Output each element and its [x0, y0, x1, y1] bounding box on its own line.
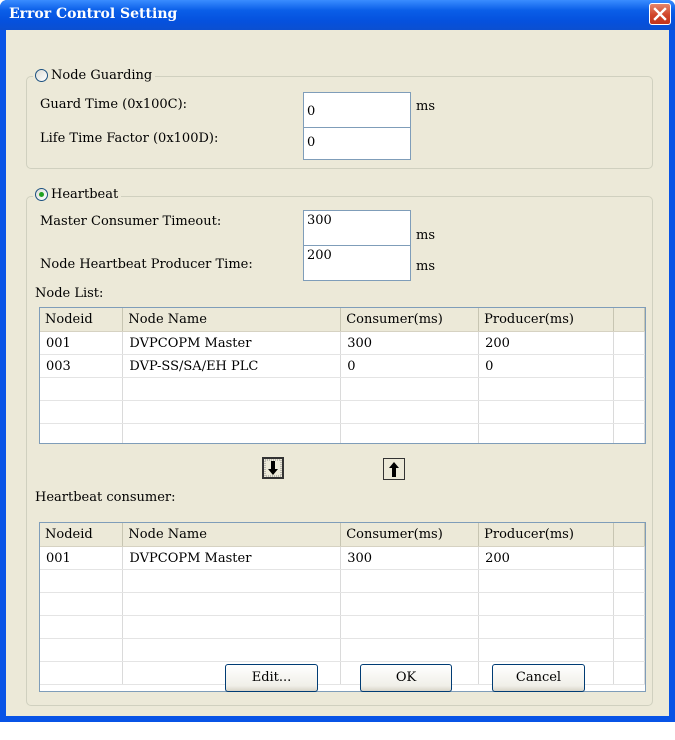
cancel-button[interactable]: Cancel — [492, 664, 585, 692]
window-title: Error Control Setting — [9, 6, 178, 22]
column-header-producer[interactable]: Producer(ms) — [478, 523, 615, 547]
node-name-cell: DVPCOPM Master — [122, 331, 342, 355]
node-name-cell: DVP-SS/SA/EH PLC — [122, 354, 342, 378]
column-header-node-name[interactable]: Node Name — [122, 523, 342, 547]
column-header-producer[interactable]: Producer(ms) — [478, 308, 615, 332]
guard-time-unit: ms — [416, 99, 435, 114]
heartbeat-radio[interactable]: Heartbeat — [33, 187, 122, 202]
node-producer-time-label: Node Heartbeat Producer Time: — [40, 257, 253, 272]
empty-row — [40, 638, 645, 662]
dialog-client-area: Node Guarding Guard Time (0x100C): 0 ms … — [6, 30, 669, 716]
dialog-window: Error Control Setting Node Guarding Guar… — [0, 0, 675, 722]
node-list-table[interactable]: Nodeid Node Name Consumer(ms) Producer(m… — [39, 307, 646, 444]
master-consumer-timeout-input[interactable]: 300 — [303, 210, 411, 246]
empty-row — [40, 592, 645, 616]
empty-row — [40, 377, 645, 401]
column-header-node-name[interactable]: Node Name — [122, 308, 342, 332]
producer-cell: 200 — [478, 331, 615, 355]
table-row[interactable]: 001 DVPCOPM Master 300 200 — [40, 546, 645, 570]
consumer-cell: 0 — [340, 354, 480, 378]
heartbeat-label: Heartbeat — [51, 187, 119, 202]
arrow-up-icon — [389, 462, 399, 477]
empty-row — [40, 615, 645, 639]
column-header-filler — [613, 523, 645, 547]
close-icon — [653, 7, 667, 21]
producer-cell: 0 — [478, 354, 615, 378]
node-list-header: Nodeid Node Name Consumer(ms) Producer(m… — [40, 308, 645, 332]
life-time-factor-label: Life Time Factor (0x100D): — [40, 131, 219, 146]
node-guarding-radio[interactable]: Node Guarding — [33, 68, 156, 83]
heartbeat-consumer-label: Heartbeat consumer: — [35, 490, 176, 505]
node-producer-time-input[interactable]: 200 — [303, 245, 411, 281]
column-header-consumer[interactable]: Consumer(ms) — [340, 308, 480, 332]
move-up-button[interactable] — [383, 458, 405, 480]
table-row[interactable]: 001 DVPCOPM Master 300 200 — [40, 331, 645, 355]
empty-row — [40, 569, 645, 593]
node-guarding-label: Node Guarding — [51, 68, 153, 83]
node-name-cell: DVPCOPM Master — [122, 546, 342, 570]
nodeid-cell: 001 — [40, 546, 124, 570]
node-list-label: Node List: — [35, 286, 104, 301]
column-header-nodeid[interactable]: Nodeid — [40, 523, 124, 547]
master-consumer-timeout-unit: ms — [416, 228, 435, 243]
life-time-factor-input[interactable]: 0 — [303, 127, 411, 160]
heartbeat-radio-indicator[interactable] — [35, 188, 48, 201]
empty-row — [40, 400, 645, 424]
column-header-filler — [613, 308, 645, 332]
column-header-nodeid[interactable]: Nodeid — [40, 308, 124, 332]
title-bar[interactable]: Error Control Setting — [0, 0, 675, 30]
ok-button[interactable]: OK — [360, 664, 452, 692]
consumer-cell: 300 — [340, 331, 480, 355]
column-header-consumer[interactable]: Consumer(ms) — [340, 523, 480, 547]
guard-time-label: Guard Time (0x100C): — [40, 97, 188, 112]
nodeid-cell: 001 — [40, 331, 124, 355]
table-row[interactable]: 003 DVP-SS/SA/EH PLC 0 0 — [40, 354, 645, 378]
consumer-list-header: Nodeid Node Name Consumer(ms) Producer(m… — [40, 523, 645, 547]
guard-time-input[interactable]: 0 — [303, 92, 411, 129]
node-guarding-radio-indicator[interactable] — [35, 69, 48, 82]
edit-button[interactable]: Edit... — [225, 664, 318, 692]
nodeid-cell: 003 — [40, 354, 124, 378]
master-consumer-timeout-label: Master Consumer Timeout: — [40, 214, 222, 229]
close-button[interactable] — [649, 3, 671, 25]
empty-row — [40, 423, 645, 443]
consumer-cell: 300 — [340, 546, 480, 570]
producer-cell: 200 — [478, 546, 615, 570]
arrow-down-icon — [264, 459, 282, 477]
node-producer-time-unit: ms — [416, 259, 435, 274]
move-down-button[interactable] — [262, 457, 284, 479]
